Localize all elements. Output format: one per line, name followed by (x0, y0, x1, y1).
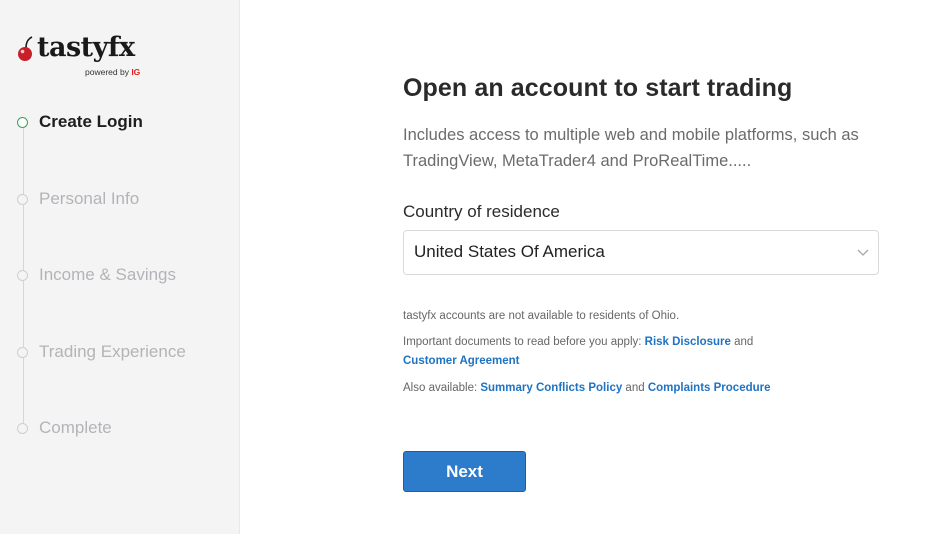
step-personal-info: Personal Info (17, 187, 139, 211)
also-and: and (622, 382, 648, 394)
documents-notice: Important documents to read before you a… (403, 334, 753, 350)
chevron-down-icon (857, 249, 869, 256)
ohio-notice: tastyfx accounts are not available to re… (403, 310, 680, 322)
main-content: Open an account to start trading Include… (403, 0, 883, 534)
page-title: Open an account to start trading (403, 74, 793, 102)
next-button[interactable]: Next (403, 451, 526, 492)
ig-brand: IG (131, 67, 141, 77)
step-label: Complete (39, 418, 112, 437)
step-income-savings: Income & Savings (17, 263, 176, 287)
documents-notice-line-2: Customer Agreement (403, 353, 520, 369)
step-label: Trading Experience (39, 342, 186, 361)
powered-by-ig: powered by IG (85, 67, 140, 77)
complaints-procedure-link[interactable]: Complaints Procedure (648, 382, 771, 394)
country-select-value: United States Of America (414, 242, 605, 261)
documents-and: and (730, 336, 754, 348)
step-dot-icon (17, 269, 28, 281)
step-active-dot-icon (17, 116, 28, 128)
step-complete: Complete (17, 416, 112, 440)
intro-text: Includes access to multiple web and mobi… (403, 126, 859, 170)
step-label: Personal Info (39, 189, 140, 208)
conflicts-policy-link[interactable]: Summary Conflicts Policy (480, 382, 622, 394)
step-label: Create Login (39, 112, 143, 131)
powered-by-label: powered by (85, 67, 132, 77)
step-dot-icon (17, 346, 28, 358)
step-trading-experience: Trading Experience (17, 340, 186, 364)
step-label: Income & Savings (39, 265, 177, 284)
country-label: Country of residence (403, 202, 560, 221)
step-dot-icon (17, 193, 28, 205)
step-dot-icon (17, 422, 28, 434)
brand-name: tastyfx (37, 32, 135, 63)
tastyfx-logo[interactable]: tastyfx powered by IG (16, 30, 146, 80)
cherry-icon (18, 36, 33, 61)
country-select[interactable]: United States Of America (403, 230, 879, 275)
also-prefix: Also available: (403, 382, 481, 394)
sidebar: tastyfx powered by IG Create Login Perso… (0, 0, 240, 534)
documents-prefix: Important documents to read before you a… (403, 336, 645, 348)
customer-agreement-link[interactable]: Customer Agreement (403, 355, 520, 367)
also-available-notice: Also available: Summary Conflicts Policy… (403, 380, 771, 396)
risk-disclosure-link[interactable]: Risk Disclosure (645, 336, 731, 348)
step-create-login: Create Login (17, 110, 143, 134)
